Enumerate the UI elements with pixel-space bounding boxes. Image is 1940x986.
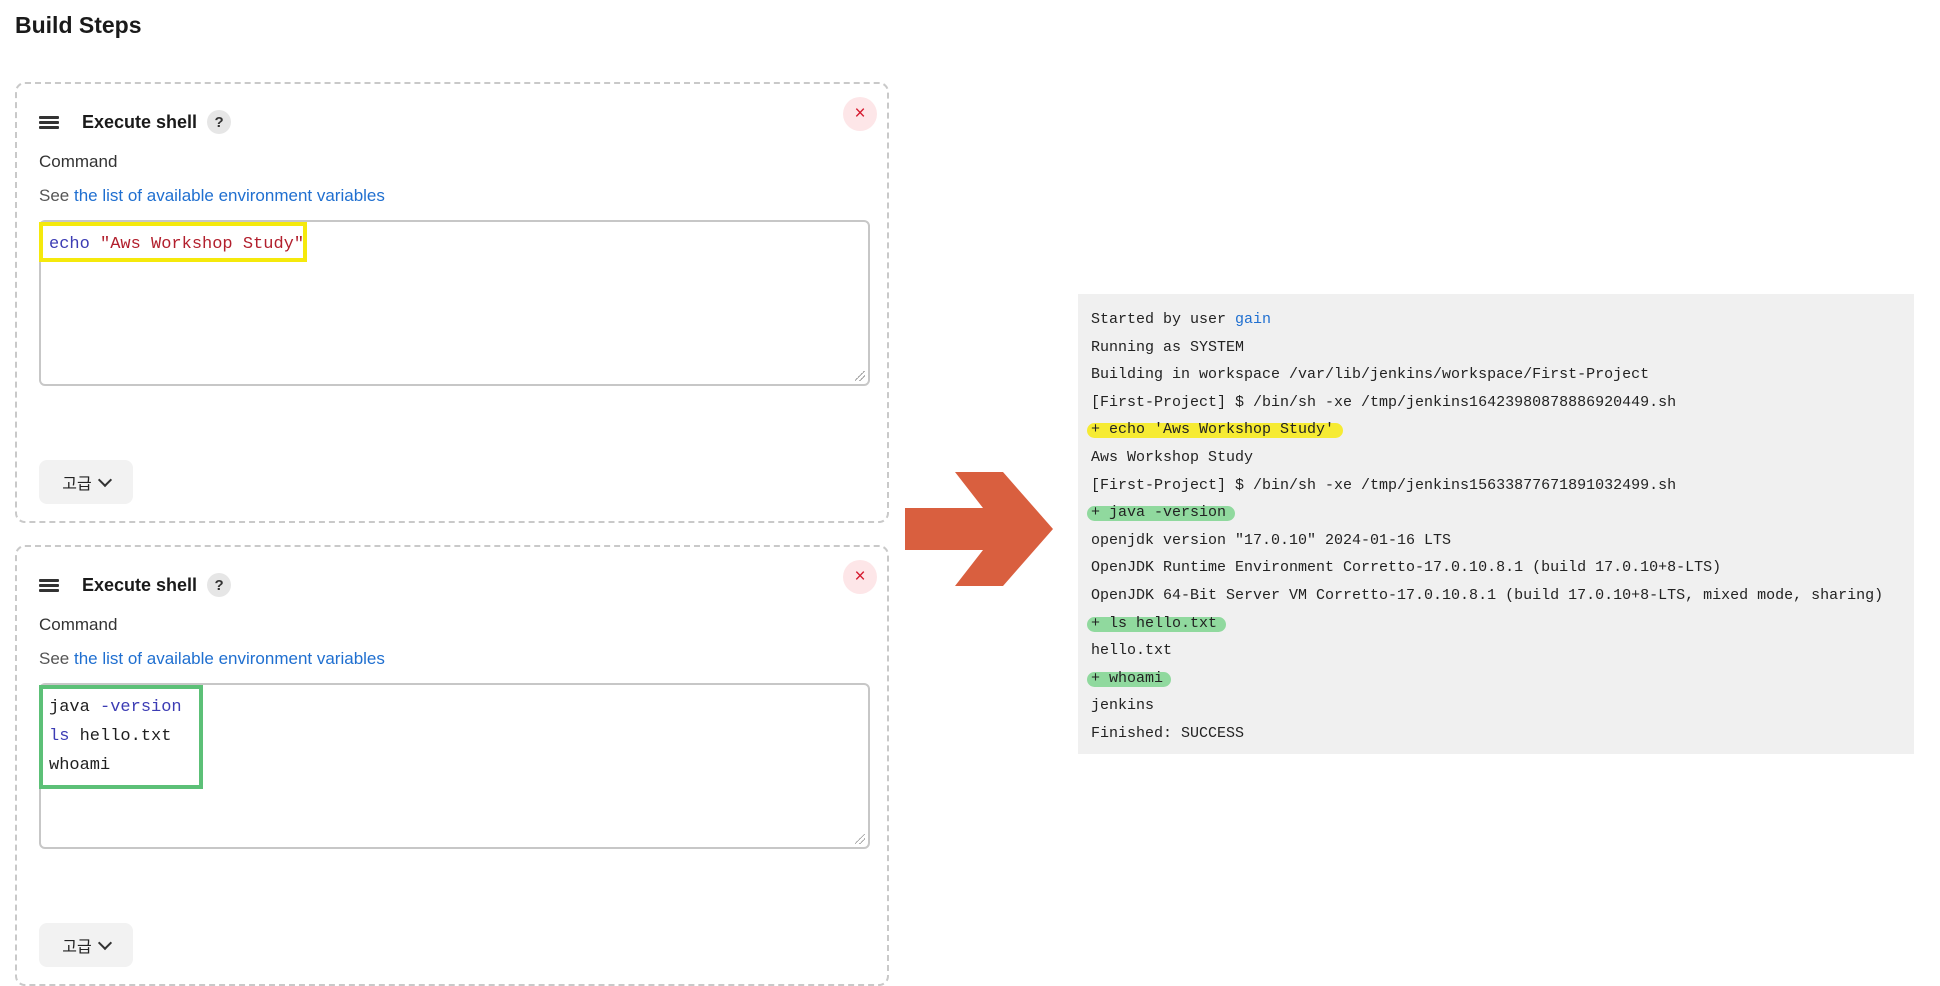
build-step-card: Execute shell ? × Command See the list o…	[15, 82, 889, 523]
chevron-down-icon	[97, 472, 112, 487]
highlight-box-green	[39, 685, 203, 789]
console-line: Building in workspace /var/lib/jenkins/w…	[1091, 366, 1650, 384]
advanced-label: 고급	[62, 939, 92, 956]
console-line: Finished: SUCCESS	[1091, 724, 1245, 742]
drag-handle-icon[interactable]	[39, 115, 59, 129]
console-line: + java -version	[1087, 499, 1901, 527]
console-line: + echo 'Aws Workshop Study'	[1087, 416, 1901, 444]
build-step-title: Execute shell	[82, 111, 198, 132]
page-title: Build Steps	[15, 12, 142, 38]
command-code: java -version ls hello.txt whoami	[39, 685, 203, 789]
delete-step-button[interactable]: ×	[843, 97, 877, 131]
env-vars-link[interactable]: the list of available environment variab…	[74, 186, 385, 205]
user-link[interactable]: gain	[1235, 311, 1271, 328]
highlight-box-yellow	[39, 222, 307, 262]
build-step-header: Execute shell ?	[39, 569, 232, 601]
build-step-header: Execute shell ?	[39, 106, 232, 138]
delete-step-button[interactable]: ×	[843, 560, 877, 594]
advanced-button[interactable]: 고급	[39, 923, 133, 967]
console-line: openjdk version "17.0.10" 2024-01-16 LTS	[1091, 531, 1452, 549]
advanced-label: 고급	[62, 476, 92, 493]
console-line: + ls hello.txt	[1087, 610, 1901, 638]
console-line: hello.txt	[1091, 642, 1173, 660]
console-output: Started by user gain Running as SYSTEM Bu…	[1078, 294, 1914, 754]
console-line: jenkins	[1091, 697, 1155, 715]
console-line: OpenJDK Runtime Environment Corretto-17.…	[1091, 559, 1722, 577]
help-icon[interactable]: ?	[207, 573, 232, 597]
console-line: [First-Project] $ /bin/sh -xe /tmp/jenki…	[1091, 393, 1677, 411]
console-line: [First-Project] $ /bin/sh -xe /tmp/jenki…	[1091, 476, 1677, 494]
console-lines: Running as SYSTEM Building in workspace /…	[1087, 334, 1901, 748]
command-code: echo "Aws Workshop Study"	[39, 222, 307, 262]
resize-handle-icon[interactable]	[855, 834, 865, 844]
command-label: Command	[39, 152, 118, 171]
drag-handle-icon[interactable]	[39, 578, 59, 592]
command-textarea[interactable]: echo "Aws Workshop Study"	[39, 220, 870, 386]
command-textarea[interactable]: java -version ls hello.txt whoami	[39, 683, 870, 849]
console-line: Running as SYSTEM	[1091, 338, 1245, 356]
env-vars-hint: See the list of available environment va…	[39, 649, 385, 669]
console-line: + whoami	[1087, 665, 1901, 693]
env-vars-hint: See the list of available environment va…	[39, 186, 385, 206]
help-icon[interactable]: ?	[207, 110, 232, 134]
advanced-button[interactable]: 고급	[39, 460, 133, 504]
hint-prefix: See	[39, 186, 74, 205]
console-line: Started by user gain	[1091, 306, 1901, 334]
arrow-right-icon	[905, 472, 1053, 586]
env-vars-link[interactable]: the list of available environment variab…	[74, 649, 385, 668]
build-step-card: Execute shell ? × Command See the list o…	[15, 545, 889, 986]
hint-prefix: See	[39, 649, 74, 668]
console-line: OpenJDK 64-Bit Server VM Corretto-17.0.1…	[1091, 586, 1884, 604]
started-by-text: Started by user	[1091, 311, 1236, 328]
command-label: Command	[39, 615, 118, 634]
build-step-title: Execute shell	[82, 574, 198, 595]
console-line: Aws Workshop Study	[1091, 448, 1254, 466]
resize-handle-icon[interactable]	[855, 371, 865, 381]
chevron-down-icon	[97, 935, 112, 950]
